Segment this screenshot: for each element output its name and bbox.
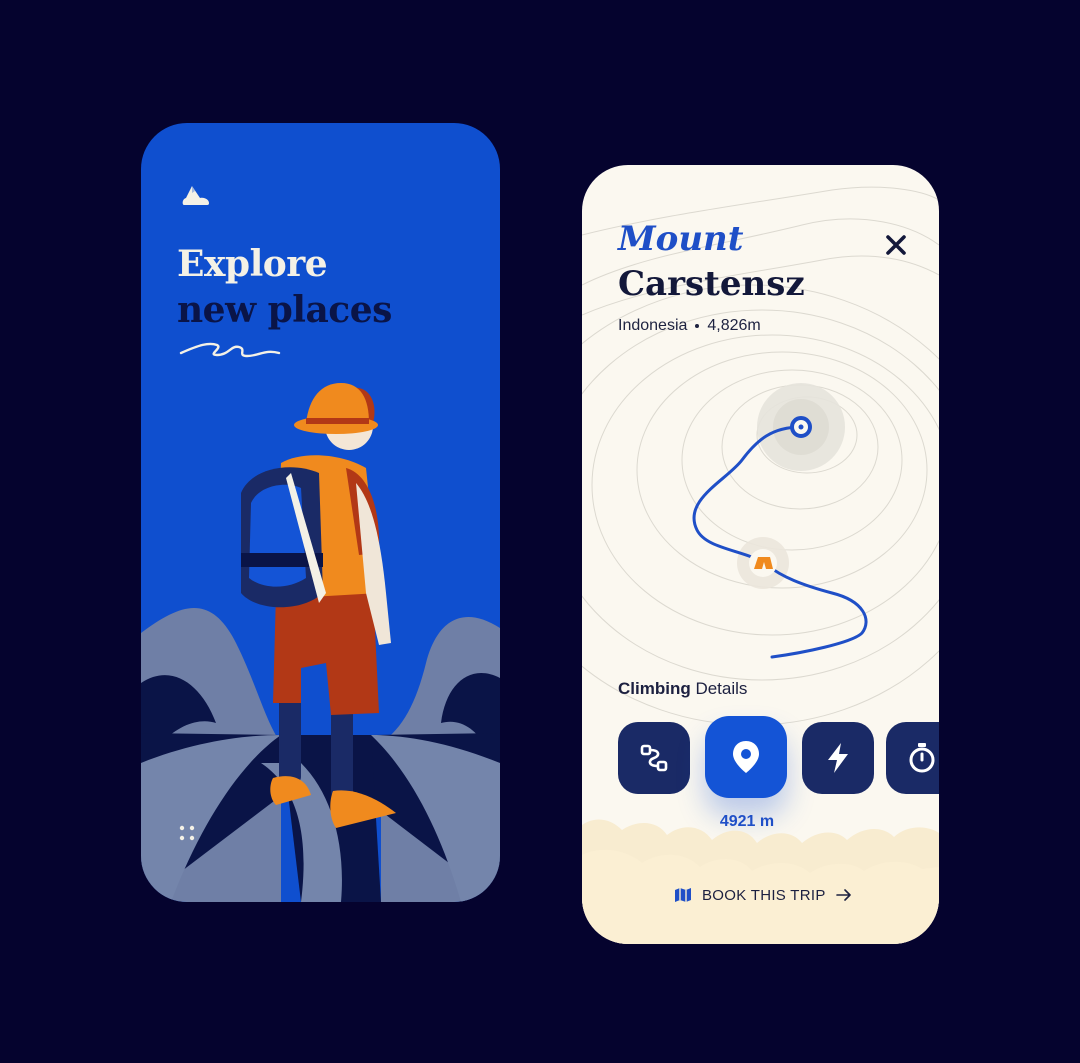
section-title-rest: Details — [695, 679, 748, 698]
headline: Explore new places — [177, 241, 392, 333]
peak-title: Mount Carstensz — [618, 217, 805, 307]
dots-grid-icon[interactable] — [175, 821, 199, 845]
mountain-cloud-logo — [182, 186, 209, 205]
map-icon — [675, 888, 691, 902]
duration-tile[interactable] — [886, 722, 939, 794]
separator-dot — [695, 324, 700, 328]
squiggle-decoration — [179, 342, 281, 358]
headline-line-1: Explore — [177, 243, 328, 285]
book-trip-button[interactable]: BOOK THIS TRIP — [674, 883, 852, 907]
headline-line-2: new places — [177, 289, 392, 331]
location-meta: Indonesia 4,826m — [618, 317, 761, 335]
peak-title-line-2: Carstensz — [618, 264, 805, 304]
sand-dunes-decoration — [582, 819, 939, 944]
lightning-icon — [828, 743, 848, 773]
hiker-illustration — [141, 383, 500, 902]
country-label: Indonesia — [618, 317, 688, 334]
explore-screen: Explore new places — [141, 123, 500, 902]
peak-title-line-1: Mount — [618, 219, 744, 259]
mountain-detail-screen: Mount Carstensz Indonesia 4,826m Climbing… — [582, 165, 939, 944]
elevation-tile[interactable] — [705, 716, 787, 798]
route-tile[interactable] — [618, 722, 690, 794]
arrow-right-icon — [835, 889, 851, 901]
difficulty-tile[interactable] — [802, 722, 874, 794]
route-icon — [640, 744, 668, 772]
location-pin-icon — [733, 741, 759, 773]
close-icon[interactable] — [882, 231, 910, 259]
section-title: Climbing Details — [618, 679, 747, 699]
stopwatch-icon — [909, 743, 935, 773]
book-trip-label: BOOK THIS TRIP — [702, 886, 826, 904]
elevation-label: 4,826m — [707, 317, 761, 334]
section-title-bold: Climbing — [618, 679, 691, 698]
